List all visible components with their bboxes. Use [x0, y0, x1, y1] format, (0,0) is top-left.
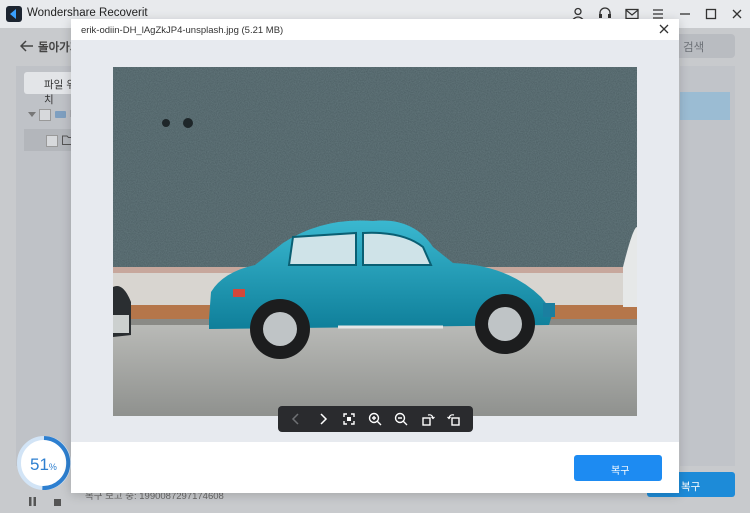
- rotate-left-icon[interactable]: [446, 411, 462, 427]
- rotate-right-icon[interactable]: [420, 411, 436, 427]
- search-label: 검색: [683, 42, 705, 54]
- selected-row-highlight: [680, 92, 730, 120]
- dialog-header: erik-odiin-DH_lAgZkJP4-unsplash.jpg (5.2…: [71, 19, 679, 40]
- checkbox[interactable]: [39, 109, 51, 121]
- dialog-title: erik-odiin-DH_lAgZkJP4-unsplash.jpg (5.2…: [81, 25, 284, 36]
- close-icon[interactable]: [658, 23, 670, 35]
- preview-dialog: erik-odiin-DH_lAgZkJP4-unsplash.jpg (5.2…: [71, 19, 679, 493]
- drive-icon: [55, 111, 66, 118]
- preview-image: [113, 67, 637, 416]
- chevron-left-icon[interactable]: [288, 411, 304, 427]
- progress-percent: 51%: [30, 455, 57, 474]
- recover-button-label: 복구: [611, 466, 630, 477]
- maximize-icon[interactable]: [703, 6, 719, 22]
- app-title: Wondershare Recoverit: [27, 7, 148, 19]
- back-arrow-icon: [20, 40, 33, 52]
- close-window-icon[interactable]: [729, 6, 745, 22]
- recoverit-logo-icon: [6, 6, 22, 22]
- chevron-right-icon[interactable]: [315, 411, 331, 427]
- fit-screen-icon[interactable]: [341, 411, 357, 427]
- zoom-in-icon[interactable]: [367, 411, 383, 427]
- minimize-icon[interactable]: [677, 6, 693, 22]
- zoom-out-icon[interactable]: [393, 411, 409, 427]
- stop-icon[interactable]: [54, 499, 61, 506]
- caret-down-icon: [28, 112, 36, 117]
- checkbox[interactable]: [46, 135, 58, 147]
- dialog-footer: 복구: [71, 442, 679, 493]
- pause-icon[interactable]: [28, 497, 37, 506]
- image-preview-area: [71, 40, 679, 442]
- image-toolbar: [278, 406, 473, 432]
- right-panel: [680, 66, 735, 466]
- recover-button[interactable]: 복구: [574, 455, 662, 481]
